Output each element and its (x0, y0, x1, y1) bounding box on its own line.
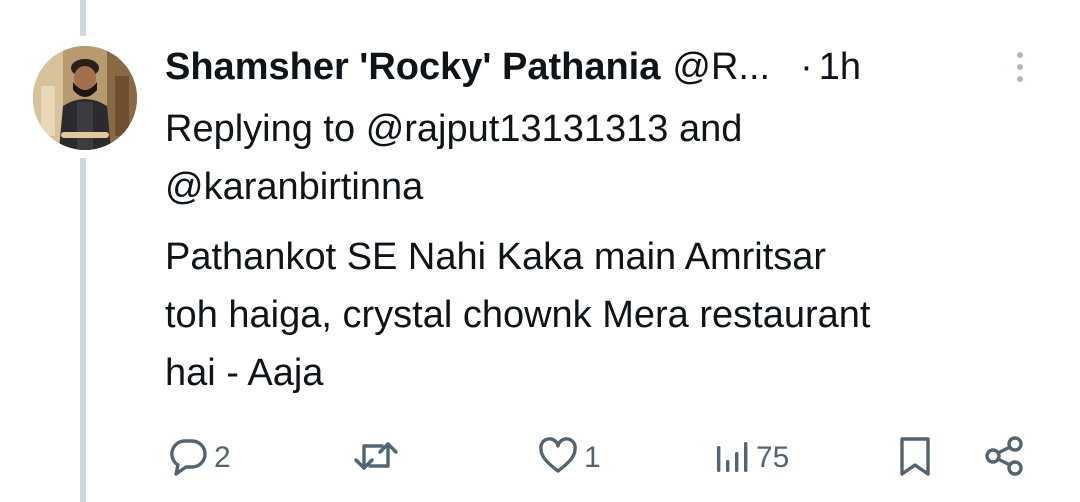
views-button[interactable]: 75 (712, 428, 789, 488)
reply-prefix: Replying to (165, 108, 356, 150)
user-handle[interactable]: @R... (672, 46, 770, 89)
reply-button[interactable]: 2 (166, 428, 231, 488)
action-bar: 2 1 75 (0, 428, 1080, 488)
tweet-text: Pathankot SE Nahi Kaka main Amritsar toh… (165, 228, 1055, 402)
tweet-text-line: Pathankot SE Nahi Kaka main Amritsar (165, 236, 827, 278)
speech-bubble-icon (166, 434, 210, 483)
bookmark-icon (895, 434, 935, 483)
like-count: 1 (584, 441, 601, 474)
tweet-header: Shamsher 'Rocky' Pathania @R... · 1h (165, 42, 1045, 92)
time-separator: · (800, 45, 813, 88)
retweet-arrows-icon (352, 434, 400, 483)
tweet-text-line: toh haiga, crystal chownk Mera restauran… (165, 294, 871, 336)
reply-and: and (678, 108, 743, 150)
display-name[interactable]: Shamsher 'Rocky' Pathania (165, 46, 660, 89)
tweet-text-line: hai - Aaja (165, 352, 324, 394)
share-button[interactable] (982, 428, 1026, 488)
like-button[interactable]: 1 (536, 428, 601, 488)
bar-chart-icon (712, 434, 752, 483)
retweet-button[interactable] (352, 428, 404, 488)
views-count: 75 (756, 441, 790, 474)
avatar[interactable] (33, 46, 137, 150)
replying-to-line: Replying to @rajput13131313 and @karanbi… (165, 100, 1045, 216)
avatar-image (33, 46, 137, 150)
heart-icon (536, 434, 580, 483)
bookmark-button[interactable] (895, 428, 935, 488)
reply-mention-1[interactable]: @rajput13131313 (366, 108, 669, 150)
time-text[interactable]: 1h (819, 46, 861, 89)
share-icon (982, 434, 1026, 483)
thread-line-top (80, 0, 86, 36)
reply-mention-2[interactable]: @karanbirtinna (165, 166, 423, 208)
reply-count: 2 (214, 441, 231, 474)
timestamp[interactable]: · 1h (800, 46, 861, 89)
more-vertical-icon[interactable] (1010, 46, 1030, 88)
